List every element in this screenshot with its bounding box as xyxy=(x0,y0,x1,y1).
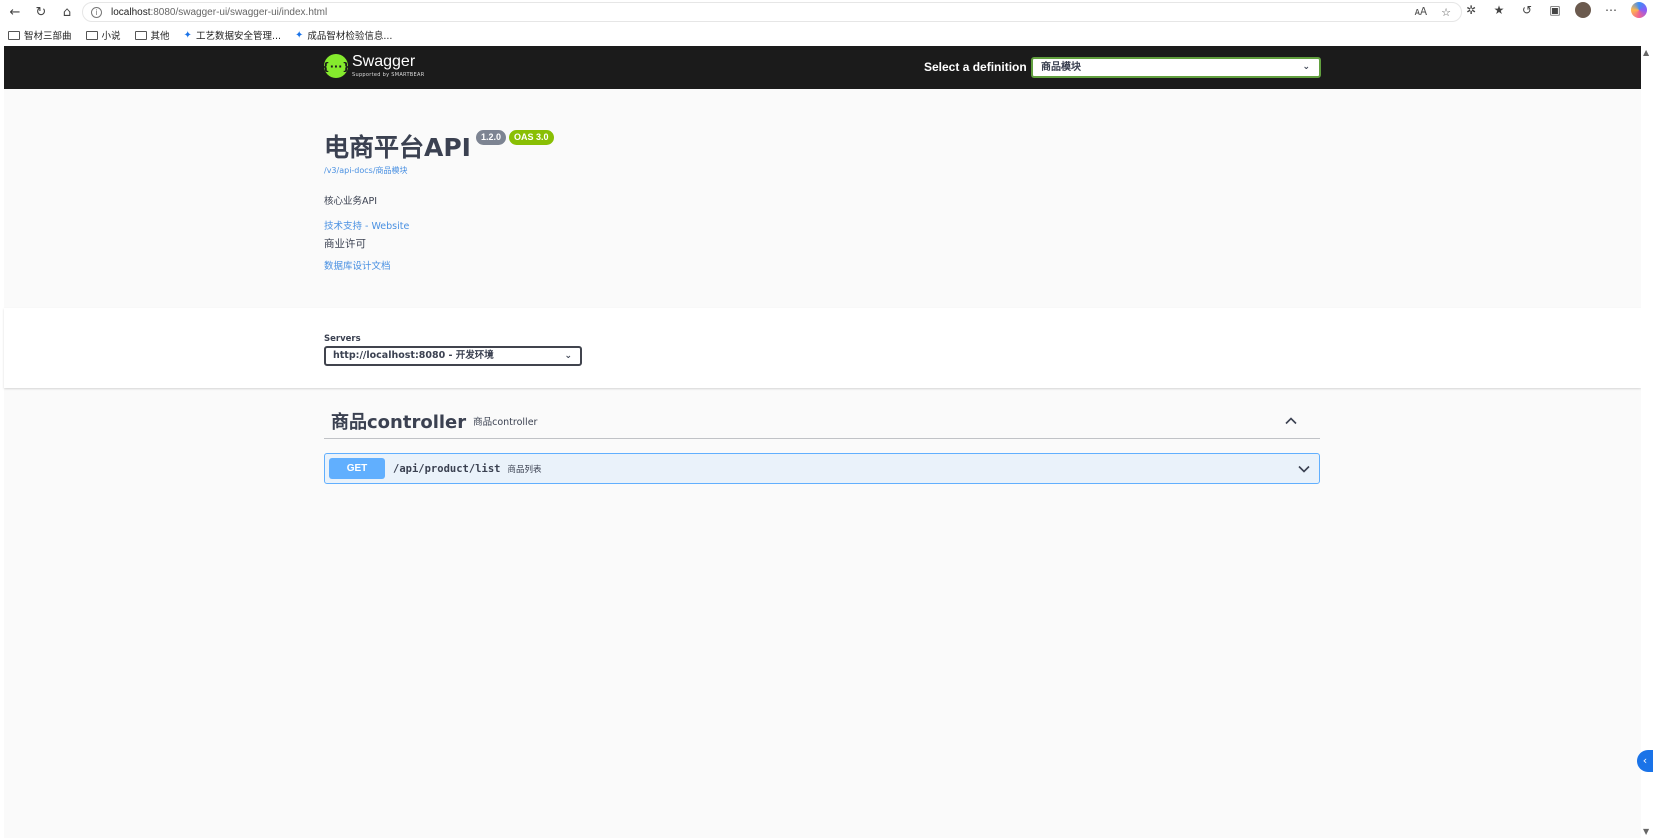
bookmark-item[interactable]: 小说 xyxy=(85,28,121,42)
scroll-up-icon[interactable]: ▲ xyxy=(1643,48,1649,57)
servers-select[interactable]: http://localhost:8080 - 开发环境 ⌄ xyxy=(324,346,582,366)
bookmark-item[interactable]: ✦ 成品智材检验信息... xyxy=(295,28,393,43)
back-icon[interactable]: ← xyxy=(4,1,26,23)
more-menu-icon[interactable]: ⋯ xyxy=(1603,2,1619,18)
logo-wordmark: Swagger xyxy=(352,53,416,70)
operation-summary: 商品列表 xyxy=(507,464,542,475)
folder-icon xyxy=(85,30,98,40)
history-icon[interactable]: ↺ xyxy=(1519,2,1535,18)
home-icon[interactable]: ⌂ xyxy=(56,1,78,23)
logo-subtitle: Supported by SMARTBEAR xyxy=(352,72,425,78)
tag-section-header[interactable]: 商品controller 商品controller xyxy=(324,403,1320,439)
version-badge: 1.2.0 xyxy=(475,130,507,145)
translate-icon[interactable]: 🗚 xyxy=(1415,6,1427,19)
bookmark-icon: ✦ xyxy=(183,29,192,41)
definition-label: Select a definition xyxy=(924,60,1027,74)
chevron-down-icon: ⌄ xyxy=(564,351,572,361)
bookmark-label: 小说 xyxy=(101,31,121,42)
swagger-page: {···} Swagger Supported by SMARTBEAR Sel… xyxy=(4,46,1641,838)
bookmark-label: 成品智材检验信息... xyxy=(307,31,393,42)
bookmark-label: 智材三部曲 xyxy=(24,31,72,42)
external-docs-link[interactable]: 数据库设计文档 xyxy=(324,258,391,272)
method-badge: GET xyxy=(329,458,385,479)
page-scrollbar[interactable]: ▲ ▼ xyxy=(1641,46,1653,838)
operation-get-product-list[interactable]: GET /api/product/list 商品列表 xyxy=(324,453,1320,484)
chevron-down-icon: ⌄ xyxy=(1302,62,1310,72)
browser-toolbar: ← ↻ ⌂ i localhost:8080/swagger-ui/swagge… xyxy=(0,0,1653,24)
license-text: 商业许可 xyxy=(324,238,366,250)
operation-path: /api/product/list xyxy=(393,462,501,475)
folder-icon xyxy=(134,30,147,40)
profile-avatar[interactable] xyxy=(1575,2,1591,18)
api-title: 电商平台API xyxy=(324,133,471,162)
bookmark-item[interactable]: ✦ 工艺数据安全管理... xyxy=(183,28,281,43)
favorite-star-icon[interactable]: ☆ xyxy=(1441,6,1451,19)
address-bar[interactable]: i localhost:8080/swagger-ui/swagger-ui/i… xyxy=(82,2,1462,22)
site-info-icon[interactable]: i xyxy=(91,6,102,18)
oas-badge: OAS 3.0 xyxy=(509,130,554,145)
favorites-icon[interactable]: ★ xyxy=(1491,2,1507,18)
bookmark-icon: ✦ xyxy=(295,29,304,41)
scroll-down-icon[interactable]: ▼ xyxy=(1643,827,1649,836)
address-host: localhost xyxy=(111,6,151,18)
swagger-logo-icon: {···} xyxy=(322,54,350,78)
sidebar-expand-icon[interactable]: ‹ xyxy=(1637,750,1653,772)
servers-label: Servers xyxy=(324,334,361,344)
definition-selected-value: 商品模块 xyxy=(1041,62,1081,73)
bookmark-item[interactable]: 智材三部曲 xyxy=(8,28,72,42)
bookmark-label: 工艺数据安全管理... xyxy=(195,31,281,42)
copilot-icon[interactable] xyxy=(1631,2,1647,18)
address-path: :8080/swagger-ui/swagger-ui/index.html xyxy=(150,6,328,18)
tag-name: 商品controller xyxy=(331,411,467,433)
servers-section: Servers http://localhost:8080 - 开发环境 ⌄ xyxy=(4,308,1641,388)
screenshot-icon[interactable]: ▣ xyxy=(1547,2,1563,18)
api-docs-link[interactable]: /v3/api-docs/商品模块 xyxy=(324,165,408,176)
swagger-topbar: {···} Swagger Supported by SMARTBEAR Sel… xyxy=(4,46,1641,89)
servers-selected-value: http://localhost:8080 - 开发环境 xyxy=(333,350,494,361)
tag-description: 商品controller xyxy=(473,416,538,428)
chevron-down-icon[interactable] xyxy=(1297,462,1311,476)
chevron-up-icon[interactable] xyxy=(1284,414,1298,428)
api-description: 核心业务API xyxy=(324,196,378,207)
refresh-icon[interactable]: ↻ xyxy=(30,1,52,23)
swagger-logo[interactable]: {···} Swagger Supported by SMARTBEAR xyxy=(322,53,425,78)
api-title-row: 电商平台API 1.2.0 OAS 3.0 xyxy=(324,128,554,164)
bookmark-label: 其他 xyxy=(150,31,170,42)
folder-icon xyxy=(8,30,20,40)
bookmarks-bar: 智材三部曲 小说 其他 ✦ 工艺数据安全管理... ✦ 成品智材检验信息... xyxy=(0,24,1653,46)
contact-website-link[interactable]: 技术支持 - Website xyxy=(324,218,409,232)
definition-select[interactable]: 商品模块 ⌄ xyxy=(1031,57,1321,78)
bookmark-item[interactable]: 其他 xyxy=(134,28,170,42)
extensions-icon[interactable]: ✲ xyxy=(1463,2,1479,18)
